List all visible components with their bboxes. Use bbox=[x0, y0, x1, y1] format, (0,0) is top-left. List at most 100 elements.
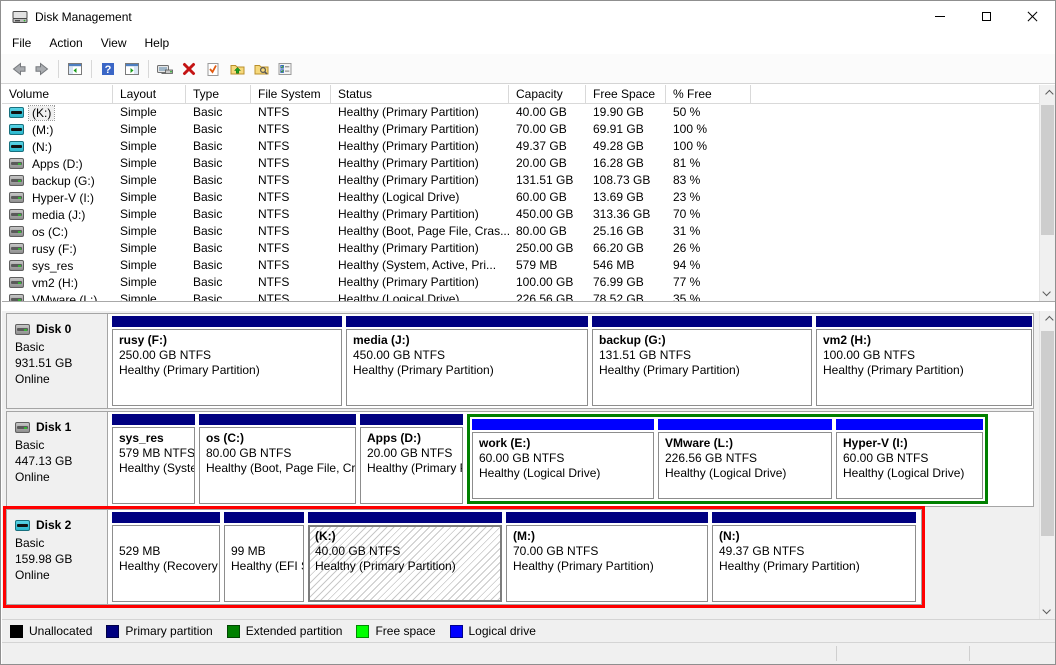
col-free-space[interactable]: Free Space bbox=[586, 85, 666, 103]
volume-cell[interactable]: Apps (D:) bbox=[2, 155, 113, 172]
volume-cell[interactable]: sys_res bbox=[2, 257, 113, 274]
scrollbar-thumb[interactable] bbox=[1041, 105, 1054, 235]
graph-scrollbar[interactable] bbox=[1039, 311, 1055, 619]
free-space-cell: 66.20 GB bbox=[586, 240, 666, 257]
scroll-up-icon[interactable] bbox=[1040, 86, 1055, 102]
col-pct-free[interactable]: % Free bbox=[666, 85, 751, 103]
scroll-down-icon[interactable] bbox=[1040, 284, 1055, 300]
volume-cell[interactable]: (M:) bbox=[2, 121, 113, 138]
back-icon[interactable] bbox=[6, 57, 30, 81]
col-status[interactable]: Status bbox=[331, 85, 509, 103]
disk-info-box[interactable]: Disk 1 Basic 447.13 GB Online bbox=[7, 412, 108, 506]
volume-cell[interactable]: (K:) bbox=[2, 104, 113, 121]
volume-cell[interactable]: media (J:) bbox=[2, 206, 113, 223]
partition-block[interactable]: vm2 (H:) 100.00 GB NTFS Healthy (Primary… bbox=[816, 316, 1032, 406]
col-volume[interactable]: Volume bbox=[2, 85, 113, 103]
volume-table-row[interactable]: (N:) Simple Basic NTFS Healthy (Primary … bbox=[2, 138, 1055, 155]
partition-block[interactable]: (N:) 49.37 GB NTFS Healthy (Primary Part… bbox=[712, 512, 916, 602]
volume-table-row[interactable]: vm2 (H:) Simple Basic NTFS Healthy (Prim… bbox=[2, 274, 1055, 291]
delete-icon[interactable] bbox=[177, 57, 201, 81]
partition-block[interactable]: 529 MB Healthy (Recovery bbox=[112, 512, 220, 602]
partition-block[interactable]: sys_res 579 MB NTFS Healthy (Syste bbox=[112, 414, 195, 504]
volume-table-row[interactable]: rusy (F:) Simple Basic NTFS Healthy (Pri… bbox=[2, 240, 1055, 257]
partition-body[interactable]: os (C:) 80.00 GB NTFS Healthy (Boot, Pag… bbox=[199, 427, 356, 504]
volume-cell[interactable]: os (C:) bbox=[2, 223, 113, 240]
partition-color-bar bbox=[816, 316, 1032, 327]
menu-file[interactable]: File bbox=[3, 34, 40, 52]
minimize-button[interactable] bbox=[917, 1, 963, 32]
volume-table-row[interactable]: media (J:) Simple Basic NTFS Healthy (Pr… bbox=[2, 206, 1055, 223]
volume-cell[interactable]: vm2 (H:) bbox=[2, 274, 113, 291]
volume-table-row[interactable]: VMware (L:) Simple Basic NTFS Healthy (L… bbox=[2, 291, 1055, 302]
partition-body[interactable]: VMware (L:) 226.56 GB NTFS Healthy (Logi… bbox=[658, 432, 832, 499]
partition-body[interactable]: (K:) 40.00 GB NTFS Healthy (Primary Part… bbox=[308, 525, 502, 602]
close-button[interactable] bbox=[1009, 1, 1055, 32]
partition-block[interactable]: Hyper-V (I:) 60.00 GB NTFS Healthy (Logi… bbox=[836, 419, 983, 499]
volume-cell[interactable]: VMware (L:) bbox=[2, 291, 113, 302]
help-icon[interactable]: ? bbox=[96, 57, 120, 81]
col-capacity[interactable]: Capacity bbox=[509, 85, 586, 103]
scroll-up-icon[interactable] bbox=[1040, 312, 1055, 328]
menu-action[interactable]: Action bbox=[40, 34, 91, 52]
partition-body[interactable]: Apps (D:) 20.00 GB NTFS Healthy (Primary… bbox=[360, 427, 463, 504]
volume-table-row[interactable]: (K:) Simple Basic NTFS Healthy (Primary … bbox=[2, 104, 1055, 121]
volume-table-row[interactable]: Apps (D:) Simple Basic NTFS Healthy (Pri… bbox=[2, 155, 1055, 172]
partition-body[interactable]: (M:) 70.00 GB NTFS Healthy (Primary Part… bbox=[506, 525, 708, 602]
pct-free-cell: 31 % bbox=[666, 223, 751, 240]
volume-table-row[interactable]: sys_res Simple Basic NTFS Healthy (Syste… bbox=[2, 257, 1055, 274]
partition-body[interactable]: 99 MB Healthy (EFI S bbox=[224, 525, 304, 602]
disk-row: Disk 1 Basic 447.13 GB Online sys_res 57… bbox=[6, 411, 1034, 507]
partition-body[interactable]: (N:) 49.37 GB NTFS Healthy (Primary Part… bbox=[712, 525, 916, 602]
partition-block[interactable]: Apps (D:) 20.00 GB NTFS Healthy (Primary… bbox=[360, 414, 463, 504]
type-cell: Basic bbox=[186, 257, 251, 274]
partition-block[interactable]: rusy (F:) 250.00 GB NTFS Healthy (Primar… bbox=[112, 316, 342, 406]
volume-table-row[interactable]: Hyper-V (I:) Simple Basic NTFS Healthy (… bbox=[2, 189, 1055, 206]
partition-block[interactable]: work (E:) 60.00 GB NTFS Healthy (Logical… bbox=[472, 419, 654, 499]
partition-block[interactable]: (K:) 40.00 GB NTFS Healthy (Primary Part… bbox=[308, 512, 502, 602]
volume-name: vm2 (H:) bbox=[32, 276, 78, 290]
col-layout[interactable]: Layout bbox=[113, 85, 186, 103]
volume-cell[interactable]: rusy (F:) bbox=[2, 240, 113, 257]
col-type[interactable]: Type bbox=[186, 85, 251, 103]
volume-cell[interactable]: Hyper-V (I:) bbox=[2, 189, 113, 206]
show-action-pane-icon[interactable] bbox=[120, 57, 144, 81]
partition-block[interactable]: 99 MB Healthy (EFI S bbox=[224, 512, 304, 602]
partition-block[interactable]: os (C:) 80.00 GB NTFS Healthy (Boot, Pag… bbox=[199, 414, 356, 504]
partition-body[interactable]: vm2 (H:) 100.00 GB NTFS Healthy (Primary… bbox=[816, 329, 1032, 406]
folder-up-icon[interactable] bbox=[225, 57, 249, 81]
partition-block[interactable]: (M:) 70.00 GB NTFS Healthy (Primary Part… bbox=[506, 512, 708, 602]
check-document-icon[interactable] bbox=[201, 57, 225, 81]
partition-body[interactable]: sys_res 579 MB NTFS Healthy (Syste bbox=[112, 427, 195, 504]
disk-info-box[interactable]: Disk 0 Basic 931.51 GB Online bbox=[7, 314, 108, 408]
partition-color-bar bbox=[658, 419, 832, 430]
partition-body[interactable]: backup (G:) 131.51 GB NTFS Healthy (Prim… bbox=[592, 329, 812, 406]
volume-table-row[interactable]: backup (G:) Simple Basic NTFS Healthy (P… bbox=[2, 172, 1055, 189]
forward-icon[interactable] bbox=[30, 57, 54, 81]
folder-search-icon[interactable] bbox=[249, 57, 273, 81]
volume-cell[interactable]: (N:) bbox=[2, 138, 113, 155]
partition-body[interactable]: media (J:) 450.00 GB NTFS Healthy (Prima… bbox=[346, 329, 588, 406]
partition-body[interactable]: work (E:) 60.00 GB NTFS Healthy (Logical… bbox=[472, 432, 654, 499]
checklist-icon[interactable] bbox=[273, 57, 297, 81]
partition-body[interactable]: 529 MB Healthy (Recovery bbox=[112, 525, 220, 602]
menu-view[interactable]: View bbox=[92, 34, 136, 52]
computer-device-icon[interactable] bbox=[153, 57, 177, 81]
disk-info-box[interactable]: Disk 2 Basic 159.98 GB Online bbox=[7, 510, 108, 604]
menu-help[interactable]: Help bbox=[136, 34, 179, 52]
scrollbar-thumb[interactable] bbox=[1041, 331, 1054, 536]
partition-block[interactable]: backup (G:) 131.51 GB NTFS Healthy (Prim… bbox=[592, 316, 812, 406]
scroll-down-icon[interactable] bbox=[1040, 602, 1055, 618]
maximize-button[interactable] bbox=[963, 1, 1009, 32]
volume-table-row[interactable]: os (C:) Simple Basic NTFS Healthy (Boot,… bbox=[2, 223, 1055, 240]
partition-body[interactable]: rusy (F:) 250.00 GB NTFS Healthy (Primar… bbox=[112, 329, 342, 406]
partition-body[interactable]: Hyper-V (I:) 60.00 GB NTFS Healthy (Logi… bbox=[836, 432, 983, 499]
partition-status: Healthy (Recovery bbox=[119, 559, 213, 574]
col-file-system[interactable]: File System bbox=[251, 85, 331, 103]
partition-block[interactable]: VMware (L:) 226.56 GB NTFS Healthy (Logi… bbox=[658, 419, 832, 499]
partition-block[interactable]: media (J:) 450.00 GB NTFS Healthy (Prima… bbox=[346, 316, 588, 406]
show-console-tree-icon[interactable] bbox=[63, 57, 87, 81]
volume-table-row[interactable]: (M:) Simple Basic NTFS Healthy (Primary … bbox=[2, 121, 1055, 138]
table-scrollbar[interactable] bbox=[1039, 85, 1055, 301]
partition-size: 49.37 GB NTFS bbox=[719, 544, 909, 559]
volume-cell[interactable]: backup (G:) bbox=[2, 172, 113, 189]
